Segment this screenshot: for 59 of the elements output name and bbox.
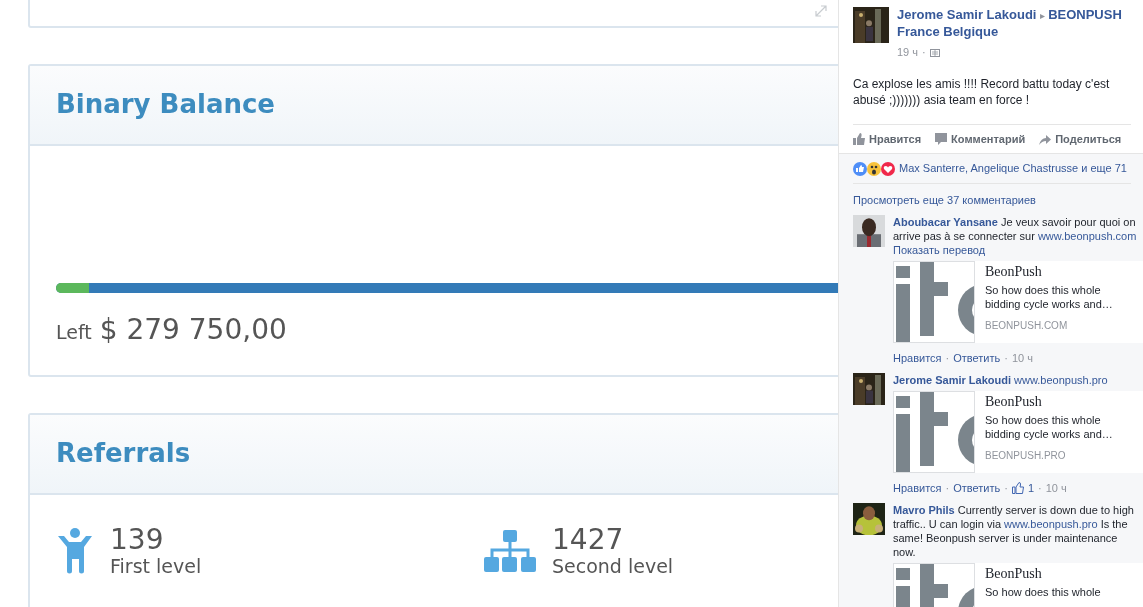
thumbs-up-icon — [853, 133, 865, 145]
preview-description: So how does this whole bidding cycle works and… — [985, 412, 1114, 441]
sitemap-icon — [484, 529, 536, 572]
share-button[interactable]: Поделиться — [1039, 130, 1122, 148]
person-icon — [56, 526, 94, 575]
separator-dot: · — [1004, 480, 1008, 495]
separator-dot: · — [945, 480, 950, 495]
comment-text: Aboubacar Yansane Je veux savoir pour quoi on arrive pas à se connecter sur www.beonpush.com — [893, 214, 1138, 243]
comment-author-link[interactable]: Jerome Samir Lakoudi — [893, 373, 1011, 386]
comment-like-link[interactable]: Нравится — [893, 480, 942, 495]
translate-link[interactable]: Показать перевод — [893, 242, 1143, 257]
preview-title: BeonPush — [985, 264, 1043, 279]
comment-text: Mavro Phils Currently server is down due to high traffic.. U can login via www.beonpush.pro Is the same! Beonpush server is under maintenance now. — [893, 502, 1135, 559]
like-count: 1 — [1027, 480, 1035, 495]
heart-reaction-icon — [881, 161, 895, 176]
separator-dot: · — [945, 350, 950, 365]
preview-description: So how does this whole — [985, 584, 1101, 599]
stat-value: 139 — [110, 525, 165, 556]
share-arrow-icon — [1039, 133, 1052, 145]
reactions-link[interactable]: Max Santerre, Angelique Chastrusse и еще 71 — [899, 160, 1127, 177]
card-title: Binary Balance — [56, 89, 275, 121]
reply-link[interactable]: Ответить — [953, 350, 1001, 365]
preview-title: BeonPush — [985, 394, 1043, 409]
stat-value: 1427 — [552, 525, 625, 556]
preview-description: So how does this whole bidding cycle works and… — [985, 282, 1114, 311]
thumbs-up-icon — [1011, 481, 1024, 494]
comment-link[interactable]: www.beonpush.pro — [1004, 517, 1098, 530]
comment-time: 10 ч — [1045, 480, 1067, 495]
like-button[interactable]: Нравится — [853, 130, 922, 148]
separator-dot: · — [1004, 350, 1008, 365]
amount-value: $ 279 750,00 — [99, 312, 287, 348]
post-text: Ca explose les amis !!!! Record battu today c'est abusé ;))))))) asia team en force ! — [853, 76, 1131, 125]
card-title: Referrals — [56, 438, 191, 470]
comment-time: 10 ч — [1011, 350, 1033, 365]
amount-label: Left — [56, 320, 92, 345]
preview-domain: BEONPUSH.COM — [985, 318, 1069, 333]
speech-bubble-icon — [935, 133, 948, 145]
separator-dot: · — [922, 45, 926, 60]
comment-like-link[interactable]: Нравится — [893, 350, 942, 365]
comment-button[interactable]: Комментарий — [935, 130, 1026, 148]
wow-reaction-icon — [867, 161, 881, 176]
link-preview[interactable]: BeonPush So how does this whole — [893, 562, 1143, 607]
separator-dot: · — [1038, 480, 1042, 495]
link-preview[interactable]: BeonPush So how does this whole bidding cycle works and… BEONPUSH.PRO — [893, 390, 1143, 473]
preview-title: BeonPush — [985, 566, 1043, 581]
comment-link[interactable]: www.beonpush.com — [1037, 229, 1137, 242]
expand-icon[interactable] — [815, 5, 827, 17]
like-reaction-icon — [853, 161, 867, 176]
preview-domain: BEONPUSH.PRO — [985, 448, 1067, 463]
stat-label: Second level — [552, 555, 674, 577]
stat-label: First level — [110, 555, 202, 577]
audience-icon — [929, 47, 940, 57]
comment-author-link[interactable]: Aboubacar Yansane — [893, 215, 998, 228]
comment-link[interactable]: www.beonpush.pro — [1014, 373, 1108, 386]
post-author-line[interactable]: Jerome Samir Lakoudi ▸ BEONPUSH France Belgique — [897, 7, 1131, 40]
reply-link[interactable]: Ответить — [953, 480, 1001, 495]
comment-author-link[interactable]: Mavro Phils — [893, 503, 955, 516]
link-preview[interactable]: BeonPush So how does this whole bidding cycle works and… BEONPUSH.COM — [893, 260, 1143, 343]
more-comments-link[interactable]: Просмотреть еще 37 комментариев — [853, 192, 1131, 209]
